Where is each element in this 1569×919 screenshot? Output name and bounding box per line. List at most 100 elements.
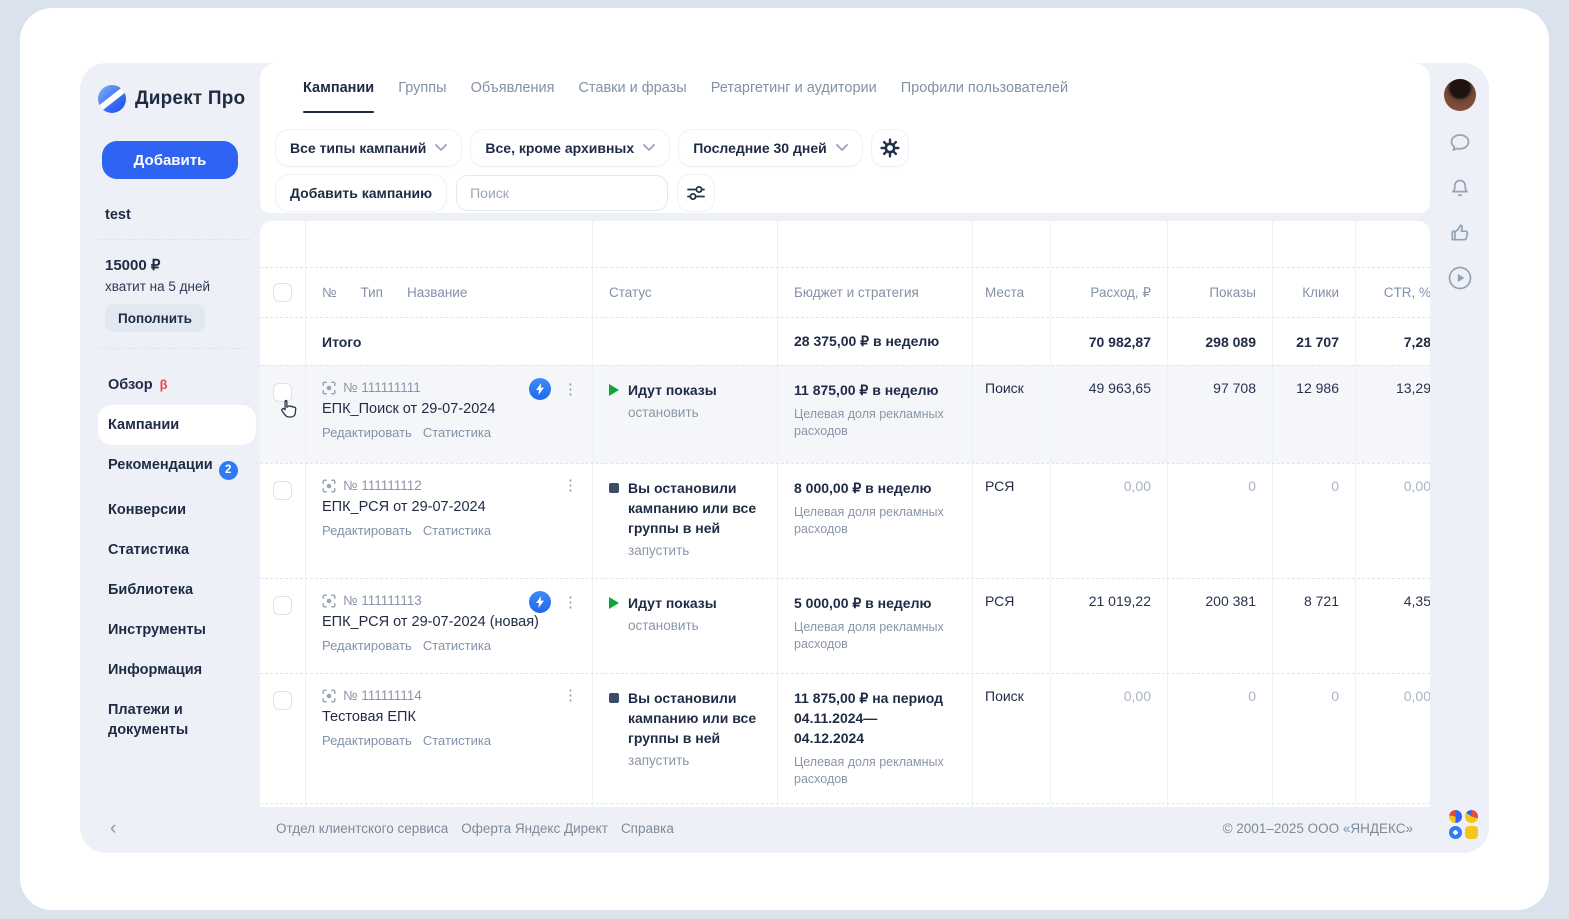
strategy-label: Целевая доля рекламных расходов xyxy=(794,754,958,788)
chevron-down-icon xyxy=(836,144,848,152)
totals-budget: 28 375,00 ₽ в неделю xyxy=(777,318,972,365)
edit-link[interactable]: Редактировать xyxy=(322,425,412,440)
collapse-sidebar-button[interactable]: ‹ xyxy=(110,818,116,840)
stop-link[interactable]: остановить xyxy=(628,405,765,420)
offer-link[interactable]: Оферта Яндекс Директ xyxy=(461,821,608,836)
sticker-widget[interactable] xyxy=(1449,810,1478,839)
archive-filter-dropdown[interactable]: Все, кроме архивных xyxy=(471,130,669,166)
video-tutorial-button[interactable] xyxy=(1447,265,1473,291)
cost-value: 0,00 xyxy=(1050,674,1167,803)
row-checkbox[interactable] xyxy=(273,383,292,402)
sidebar-item-information[interactable]: Информация xyxy=(98,650,256,690)
client-service-link[interactable]: Отдел клиентского сервиса xyxy=(276,821,448,836)
col-budget[interactable]: Бюджет и стратегия xyxy=(777,268,972,317)
campaigns-table: № Тип Название Статус Бюджет и стратегия… xyxy=(260,221,1430,807)
stop-link[interactable]: остановить xyxy=(628,618,765,633)
edit-link[interactable]: Редактировать xyxy=(322,733,412,748)
col-ctr[interactable]: CTR, % xyxy=(1355,268,1430,317)
period-dropdown[interactable]: Последние 30 дней xyxy=(679,130,862,166)
tab-ads[interactable]: Объявления xyxy=(471,63,555,113)
col-number[interactable]: № xyxy=(322,285,336,300)
help-link[interactable]: Справка xyxy=(621,821,674,836)
chat-bubble-icon xyxy=(1448,131,1472,155)
divider xyxy=(98,348,250,349)
lightning-icon xyxy=(535,383,545,395)
edit-link[interactable]: Редактировать xyxy=(322,638,412,653)
table-row: № 111111113 ⋮ ЕПК_РСЯ от 29-07-2024 (нов… xyxy=(260,578,1430,673)
tab-user-profiles[interactable]: Профили пользователей xyxy=(901,63,1068,113)
boost-badge[interactable] xyxy=(529,591,551,613)
budget-value: 11 875,00 ₽ в неделю xyxy=(794,380,958,400)
user-avatar[interactable] xyxy=(1444,79,1476,111)
statistics-link[interactable]: Статистика xyxy=(423,425,491,440)
sidebar-item-recommendations[interactable]: Рекомендации2 xyxy=(98,445,256,490)
add-button[interactable]: Добавить xyxy=(102,141,238,179)
campaign-name[interactable]: ЕПК_РСЯ от 29-07-2024 xyxy=(322,498,582,517)
clicks-value: 8 721 xyxy=(1272,579,1355,673)
sidebar-item-tools[interactable]: Инструменты xyxy=(98,610,256,650)
clicks-value: 12 986 xyxy=(1272,366,1355,463)
sliders-icon xyxy=(687,185,705,201)
notifications-button[interactable] xyxy=(1447,175,1473,201)
col-name[interactable]: Название xyxy=(407,285,467,300)
sidebar-item-payments[interactable]: Платежи и документы xyxy=(98,690,256,750)
sidebar-item-library[interactable]: Библиотека xyxy=(98,570,256,610)
row-checkbox[interactable] xyxy=(273,596,292,615)
top-tabs: Кампании Группы Объявления Ставки и фраз… xyxy=(260,63,1430,113)
campaign-name[interactable]: ЕПК_РСЯ от 29-07-2024 (новая) xyxy=(322,613,582,632)
logo-text: Директ Про xyxy=(135,88,245,110)
add-campaign-button[interactable]: Добавить кампанию xyxy=(276,175,446,211)
col-places[interactable]: Места xyxy=(972,268,1050,317)
col-type[interactable]: Тип xyxy=(360,285,383,300)
sidebar-item-campaigns[interactable]: Кампании xyxy=(98,405,256,445)
strategy-label: Целевая доля рекламных расходов xyxy=(794,504,958,538)
cost-value: 49 963,65 xyxy=(1050,366,1167,463)
edit-link[interactable]: Редактировать xyxy=(322,523,412,538)
row-checkbox[interactable] xyxy=(273,481,292,500)
app-window: Директ Про Добавить test 15000 ₽ хватит … xyxy=(20,8,1549,910)
right-rail xyxy=(1430,63,1489,807)
tab-bids-phrases[interactable]: Ставки и фразы xyxy=(578,63,686,113)
tab-groups[interactable]: Группы xyxy=(398,63,446,113)
play-circle-icon xyxy=(1447,265,1473,291)
totals-label: Итого xyxy=(305,318,592,365)
col-impressions[interactable]: Показы xyxy=(1167,268,1272,317)
col-clicks[interactable]: Клики xyxy=(1272,268,1355,317)
column-settings-button[interactable] xyxy=(678,175,714,211)
budget-value: 8 000,00 ₽ в неделю xyxy=(794,478,958,498)
statistics-link[interactable]: Статистика xyxy=(423,733,491,748)
row-menu-button[interactable]: ⋮ xyxy=(561,686,580,705)
col-cost[interactable]: Расход, ₽ xyxy=(1050,268,1167,317)
boost-badge[interactable] xyxy=(529,378,551,400)
feedback-button[interactable] xyxy=(1447,220,1473,246)
row-menu-button[interactable]: ⋮ xyxy=(561,380,580,399)
search-input[interactable] xyxy=(456,175,668,211)
sidebar-item-conversions[interactable]: Конверсии xyxy=(98,490,256,530)
logo[interactable]: Директ Про xyxy=(98,85,260,113)
select-all-checkbox[interactable] xyxy=(273,283,292,302)
campaign-name[interactable]: Тестовая ЕПК xyxy=(322,708,582,727)
sticker-icon xyxy=(1449,810,1462,823)
campaign-type-dropdown[interactable]: Все типы кампаний xyxy=(276,130,461,166)
statistics-link[interactable]: Статистика xyxy=(423,523,491,538)
thumbs-up-icon xyxy=(1448,221,1472,245)
sidebar-item-statistics[interactable]: Статистика xyxy=(98,530,256,570)
row-menu-button[interactable]: ⋮ xyxy=(561,593,580,612)
col-status[interactable]: Статус xyxy=(592,268,777,317)
start-link[interactable]: запустить xyxy=(628,753,765,768)
row-menu-button[interactable]: ⋮ xyxy=(561,476,580,495)
topup-button[interactable]: Пополнить xyxy=(105,304,205,332)
start-link[interactable]: запустить xyxy=(628,543,765,558)
tab-retargeting[interactable]: Ретаргетинг и аудитории xyxy=(711,63,877,113)
bell-icon xyxy=(1448,176,1472,200)
row-checkbox[interactable] xyxy=(273,691,292,710)
statistics-link[interactable]: Статистика xyxy=(423,638,491,653)
tab-campaigns[interactable]: Кампании xyxy=(303,63,374,113)
settings-gear-button[interactable] xyxy=(872,130,908,166)
chat-button[interactable] xyxy=(1447,130,1473,156)
balance-note: хватит на 5 дней xyxy=(105,279,260,294)
campaign-name[interactable]: ЕПК_Поиск от 29-07-2024 xyxy=(322,400,582,419)
sidebar-item-overview[interactable]: Обзорβ xyxy=(98,365,256,405)
ctr-value: 13,29 xyxy=(1355,366,1430,463)
totals-clicks: 21 707 xyxy=(1272,318,1355,365)
